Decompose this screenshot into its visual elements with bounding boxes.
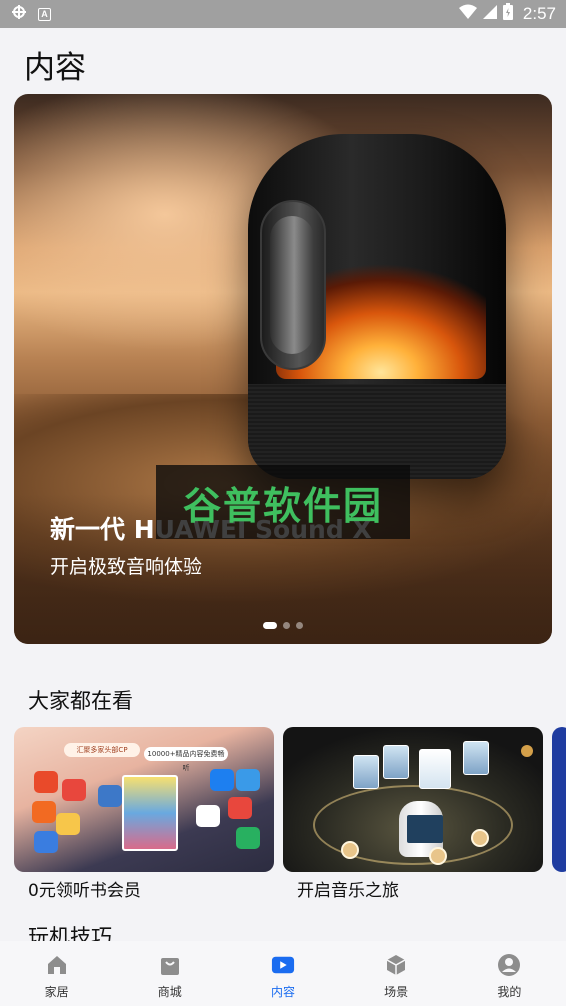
carousel-dot[interactable] — [296, 622, 303, 629]
album-photo-image — [463, 741, 489, 775]
book-app-icon — [98, 785, 122, 807]
section-title-popular: 大家都在看 — [28, 689, 133, 713]
section-title-tips: 玩机技巧 — [28, 925, 112, 941]
green-app-icon — [236, 827, 260, 849]
nav-item-me[interactable]: 我的 — [469, 953, 549, 1000]
content-card-audiobook[interactable]: 汇聚多家头部CP 10000+精品内容免费畅听 — [14, 727, 274, 872]
album-photo-image — [419, 749, 451, 789]
wifi-icon — [458, 4, 477, 25]
status-bar: A 2:57 — [0, 0, 566, 28]
mountain-app-icon — [196, 805, 220, 827]
planet-decoration — [521, 745, 533, 757]
cube-icon — [384, 953, 408, 977]
headphones-app-icon — [32, 801, 56, 823]
card-banner-tag: 10000+精品内容免费畅听 — [144, 747, 228, 772]
content-card-music[interactable] — [283, 727, 543, 872]
carousel-dot[interactable] — [263, 622, 277, 629]
card-caption[interactable]: 开启音乐之旅 — [297, 876, 399, 901]
bottom-navigation: 家居 商城 内容 场景 我的 — [0, 941, 566, 1006]
watermark-logo: 谷普软件园 — [156, 465, 410, 539]
fm-app-icon — [34, 771, 58, 793]
card-caption[interactable]: 0元领听书会员 — [28, 876, 141, 901]
coin-decoration — [471, 829, 489, 847]
album-photo-image — [353, 755, 379, 789]
a-box-icon: A — [38, 7, 51, 21]
album-photo-image — [383, 745, 409, 779]
nav-label: 家居 — [44, 985, 69, 999]
card-banner-tag: 汇聚多家头部CP — [64, 743, 140, 757]
page-title: 内容 — [24, 50, 86, 86]
signal-icon — [482, 4, 497, 24]
box-app-icon — [236, 769, 260, 791]
home-icon — [45, 953, 69, 977]
status-time: 2:57 — [522, 4, 556, 23]
nav-item-mall[interactable]: 商城 — [130, 953, 210, 1000]
nav-label: 商城 — [157, 985, 182, 999]
nav-label: 内容 — [270, 985, 295, 999]
cat-app-icon — [56, 813, 80, 835]
coin-decoration — [429, 847, 447, 865]
book-cover-image — [122, 775, 178, 851]
coin-decoration — [341, 841, 359, 859]
speaker-image — [248, 134, 506, 479]
chat-app-icon — [34, 831, 58, 853]
nav-label: 我的 — [497, 985, 522, 999]
hero-subtitle: 开启极致音响体验 — [50, 556, 203, 578]
kid-app-icon — [210, 769, 234, 791]
shopping-bag-icon — [158, 953, 182, 977]
gift-app-icon — [62, 779, 86, 801]
person-icon — [497, 953, 521, 977]
nav-label: 场景 — [384, 985, 409, 999]
carousel-indicator — [14, 622, 552, 629]
nav-item-content[interactable]: 内容 — [243, 953, 323, 1000]
nav-item-scene[interactable]: 场景 — [356, 953, 436, 1000]
album-art-image — [407, 815, 443, 843]
music-app-icon — [228, 797, 252, 819]
battery-icon — [502, 3, 513, 25]
nav-item-home[interactable]: 家居 — [17, 953, 97, 1000]
content-card-partial[interactable] — [552, 727, 566, 872]
hero-banner[interactable]: 新一代 HUAWEI Sound X 谷普软件园 开启极致音响体验 — [14, 94, 552, 644]
carousel-dot[interactable] — [283, 622, 290, 629]
bug-icon — [10, 3, 28, 26]
play-icon — [271, 953, 295, 977]
